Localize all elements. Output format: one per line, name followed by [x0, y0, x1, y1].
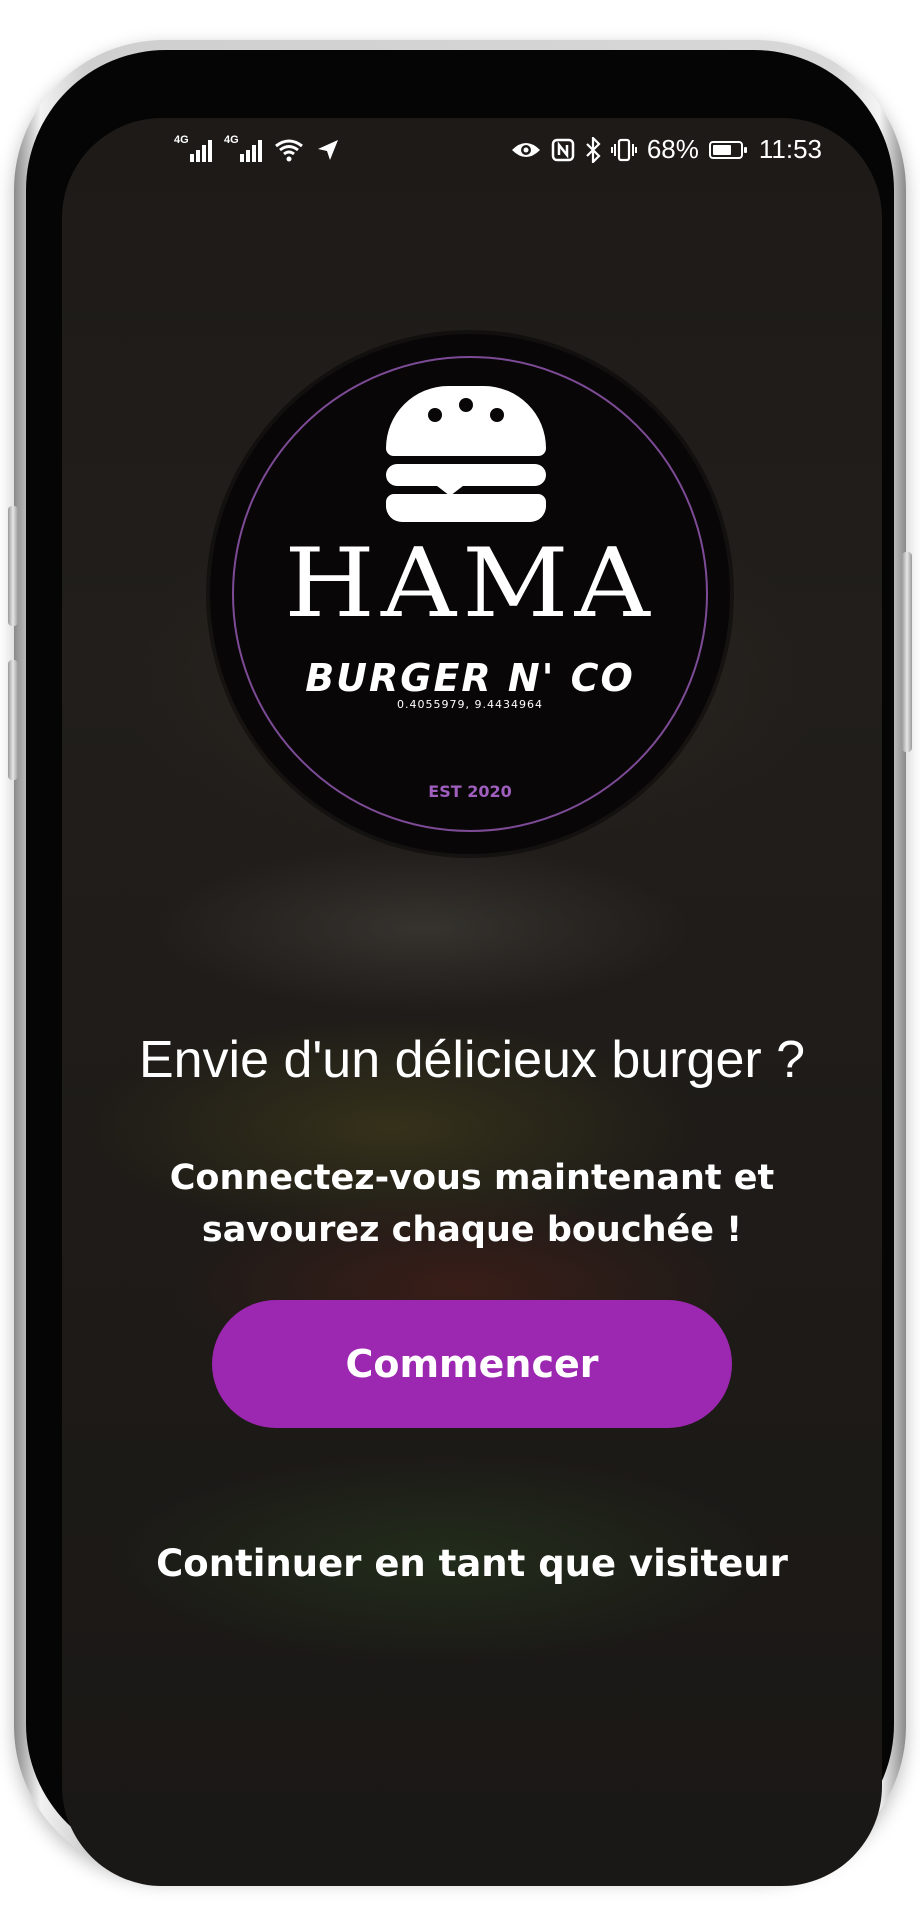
status-bar: 4G 4G 68% 11:53 [62, 118, 882, 188]
welcome-subline-1: Connectez-vous maintenant et [169, 1158, 775, 1198]
welcome-subline: Connectez-vous maintenant et savourez ch… [122, 1152, 822, 1256]
volume-button [8, 506, 18, 626]
battery-icon [708, 140, 747, 159]
wifi-icon [275, 139, 303, 162]
burger-bun-bottom [386, 494, 546, 522]
brand-logo: HAMA BURGER N' CO 0.4055979, 9.4434964 E… [210, 334, 730, 854]
brand-coordinates: 0.4055979, 9.4434964 [397, 698, 543, 711]
signal-icon: 4G [174, 134, 212, 162]
battery-fill [712, 144, 731, 155]
welcome-headline: Envie d'un délicieux burger ? [138, 1031, 806, 1089]
app-screen: 4G 4G 68% 11:53 HAMA BURGER N' CO 0.4055… [62, 118, 882, 1886]
signal-icon: 4G [224, 134, 262, 162]
status-right: 68% 11:53 [511, 134, 822, 165]
welcome-subline-2: savourez chaque bouchée ! [201, 1210, 743, 1250]
send-icon [318, 140, 338, 160]
volume-button [8, 660, 18, 780]
clock: 11:53 [758, 134, 822, 164]
brand-established: EST 2020 [428, 782, 512, 801]
status-left: 4G 4G [174, 134, 340, 162]
phone-frame: 4G 4G 68% 11:53 HAMA BURGER N' CO 0.4055… [8, 40, 912, 1886]
battery-percent: 68% [646, 134, 699, 164]
vibrate-icon [610, 138, 637, 161]
start-button[interactable]: Commencer [212, 1300, 732, 1428]
power-button [902, 552, 912, 752]
nfc-icon [551, 138, 575, 161]
continue-as-guest-link[interactable]: Continuer en tant que visiteur [62, 1542, 882, 1585]
brand-tagline: BURGER N' CO [305, 656, 635, 700]
brand-name: HAMA [284, 526, 656, 640]
eye-icon [511, 142, 540, 157]
bluetooth-icon [586, 136, 601, 163]
